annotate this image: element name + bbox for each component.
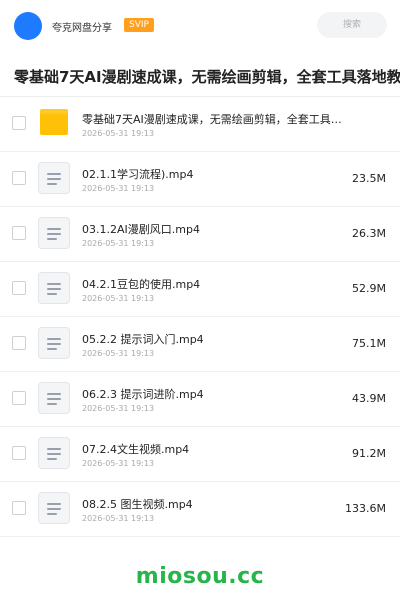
file-name: 02.1.1学习流程).mp4 (82, 168, 194, 181)
file-size: 43.9M (352, 392, 386, 405)
svip-badge: SVIP (124, 18, 154, 32)
watermark-text: miosou.cc (135, 564, 265, 589)
video-file-icon (38, 437, 70, 469)
file-name: 08.2.5 图生视频.mp4 (82, 498, 193, 511)
file-name: 03.1.2AI漫剧风口.mp4 (82, 223, 200, 236)
row-checkbox[interactable] (12, 281, 26, 295)
folder-icon (40, 109, 68, 135)
file-size: 23.5M (352, 172, 386, 185)
file-date: 2026-05-31 19:13 (82, 514, 155, 523)
video-file-icon (38, 217, 70, 249)
file-date: 2026-05-31 19:13 (82, 294, 155, 303)
file-size: 91.2M (352, 447, 386, 460)
file-date: 2026-05-31 19:13 (82, 459, 155, 468)
video-file-icon (38, 492, 70, 524)
brand-name: 夸克网盘分享 (52, 23, 112, 34)
file-date: 2026-05-31 19:13 (82, 129, 155, 138)
video-file-icon (38, 327, 70, 359)
video-file-icon (38, 382, 70, 414)
video-file-icon (38, 272, 70, 304)
file-size: 133.6M (345, 502, 386, 515)
file-size: 52.9M (352, 282, 386, 295)
file-name: 06.2.3 提示词进阶.mp4 (82, 388, 204, 401)
list-item[interactable]: 07.2.4文生视频.mp4 2026-05-31 19:13 91.2M (0, 427, 400, 482)
row-checkbox[interactable] (12, 116, 26, 130)
avatar[interactable] (14, 12, 42, 40)
page-title: 零基础7天AI漫剧速成课，无需绘画剪辑，全套工具落地教学 (14, 68, 400, 86)
list-item[interactable]: 06.2.3 提示词进阶.mp4 2026-05-31 19:13 43.9M (0, 372, 400, 427)
app-header: 夸克网盘分享 SVIP 搜索 (0, 0, 400, 52)
row-checkbox[interactable] (12, 171, 26, 185)
file-size: 26.3M (352, 227, 386, 240)
file-name: 05.2.2 提示词入门.mp4 (82, 333, 204, 346)
row-checkbox[interactable] (12, 336, 26, 350)
list-item[interactable]: 03.1.2AI漫剧风口.mp4 2026-05-31 19:13 26.3M (0, 207, 400, 262)
file-date: 2026-05-31 19:13 (82, 184, 155, 193)
list-item[interactable]: 02.1.1学习流程).mp4 2026-05-31 19:13 23.5M (0, 152, 400, 207)
file-date: 2026-05-31 19:13 (82, 349, 155, 358)
file-size: 75.1M (352, 337, 386, 350)
file-date: 2026-05-31 19:13 (82, 239, 155, 248)
file-name: 07.2.4文生视频.mp4 (82, 443, 190, 456)
list-item[interactable]: 08.2.5 图生视频.mp4 2026-05-31 19:13 133.6M (0, 482, 400, 537)
file-list: 零基础7天AI漫剧速成课，无需绘画剪辑，全套工具落… 2026-05-31 19… (0, 97, 400, 537)
video-file-icon (38, 162, 70, 194)
list-item[interactable]: 05.2.2 提示词入门.mp4 2026-05-31 19:13 75.1M (0, 317, 400, 372)
row-checkbox[interactable] (12, 501, 26, 515)
row-checkbox[interactable] (12, 391, 26, 405)
list-item-folder[interactable]: 零基础7天AI漫剧速成课，无需绘画剪辑，全套工具落… 2026-05-31 19… (0, 97, 400, 152)
search-input[interactable]: 搜索 (317, 12, 387, 38)
file-name: 零基础7天AI漫剧速成课，无需绘画剪辑，全套工具落… (82, 113, 352, 126)
file-name: 04.2.1豆包的使用.mp4 (82, 278, 201, 291)
list-item[interactable]: 04.2.1豆包的使用.mp4 2026-05-31 19:13 52.9M (0, 262, 400, 317)
file-date: 2026-05-31 19:13 (82, 404, 155, 413)
row-checkbox[interactable] (12, 446, 26, 460)
row-checkbox[interactable] (12, 226, 26, 240)
